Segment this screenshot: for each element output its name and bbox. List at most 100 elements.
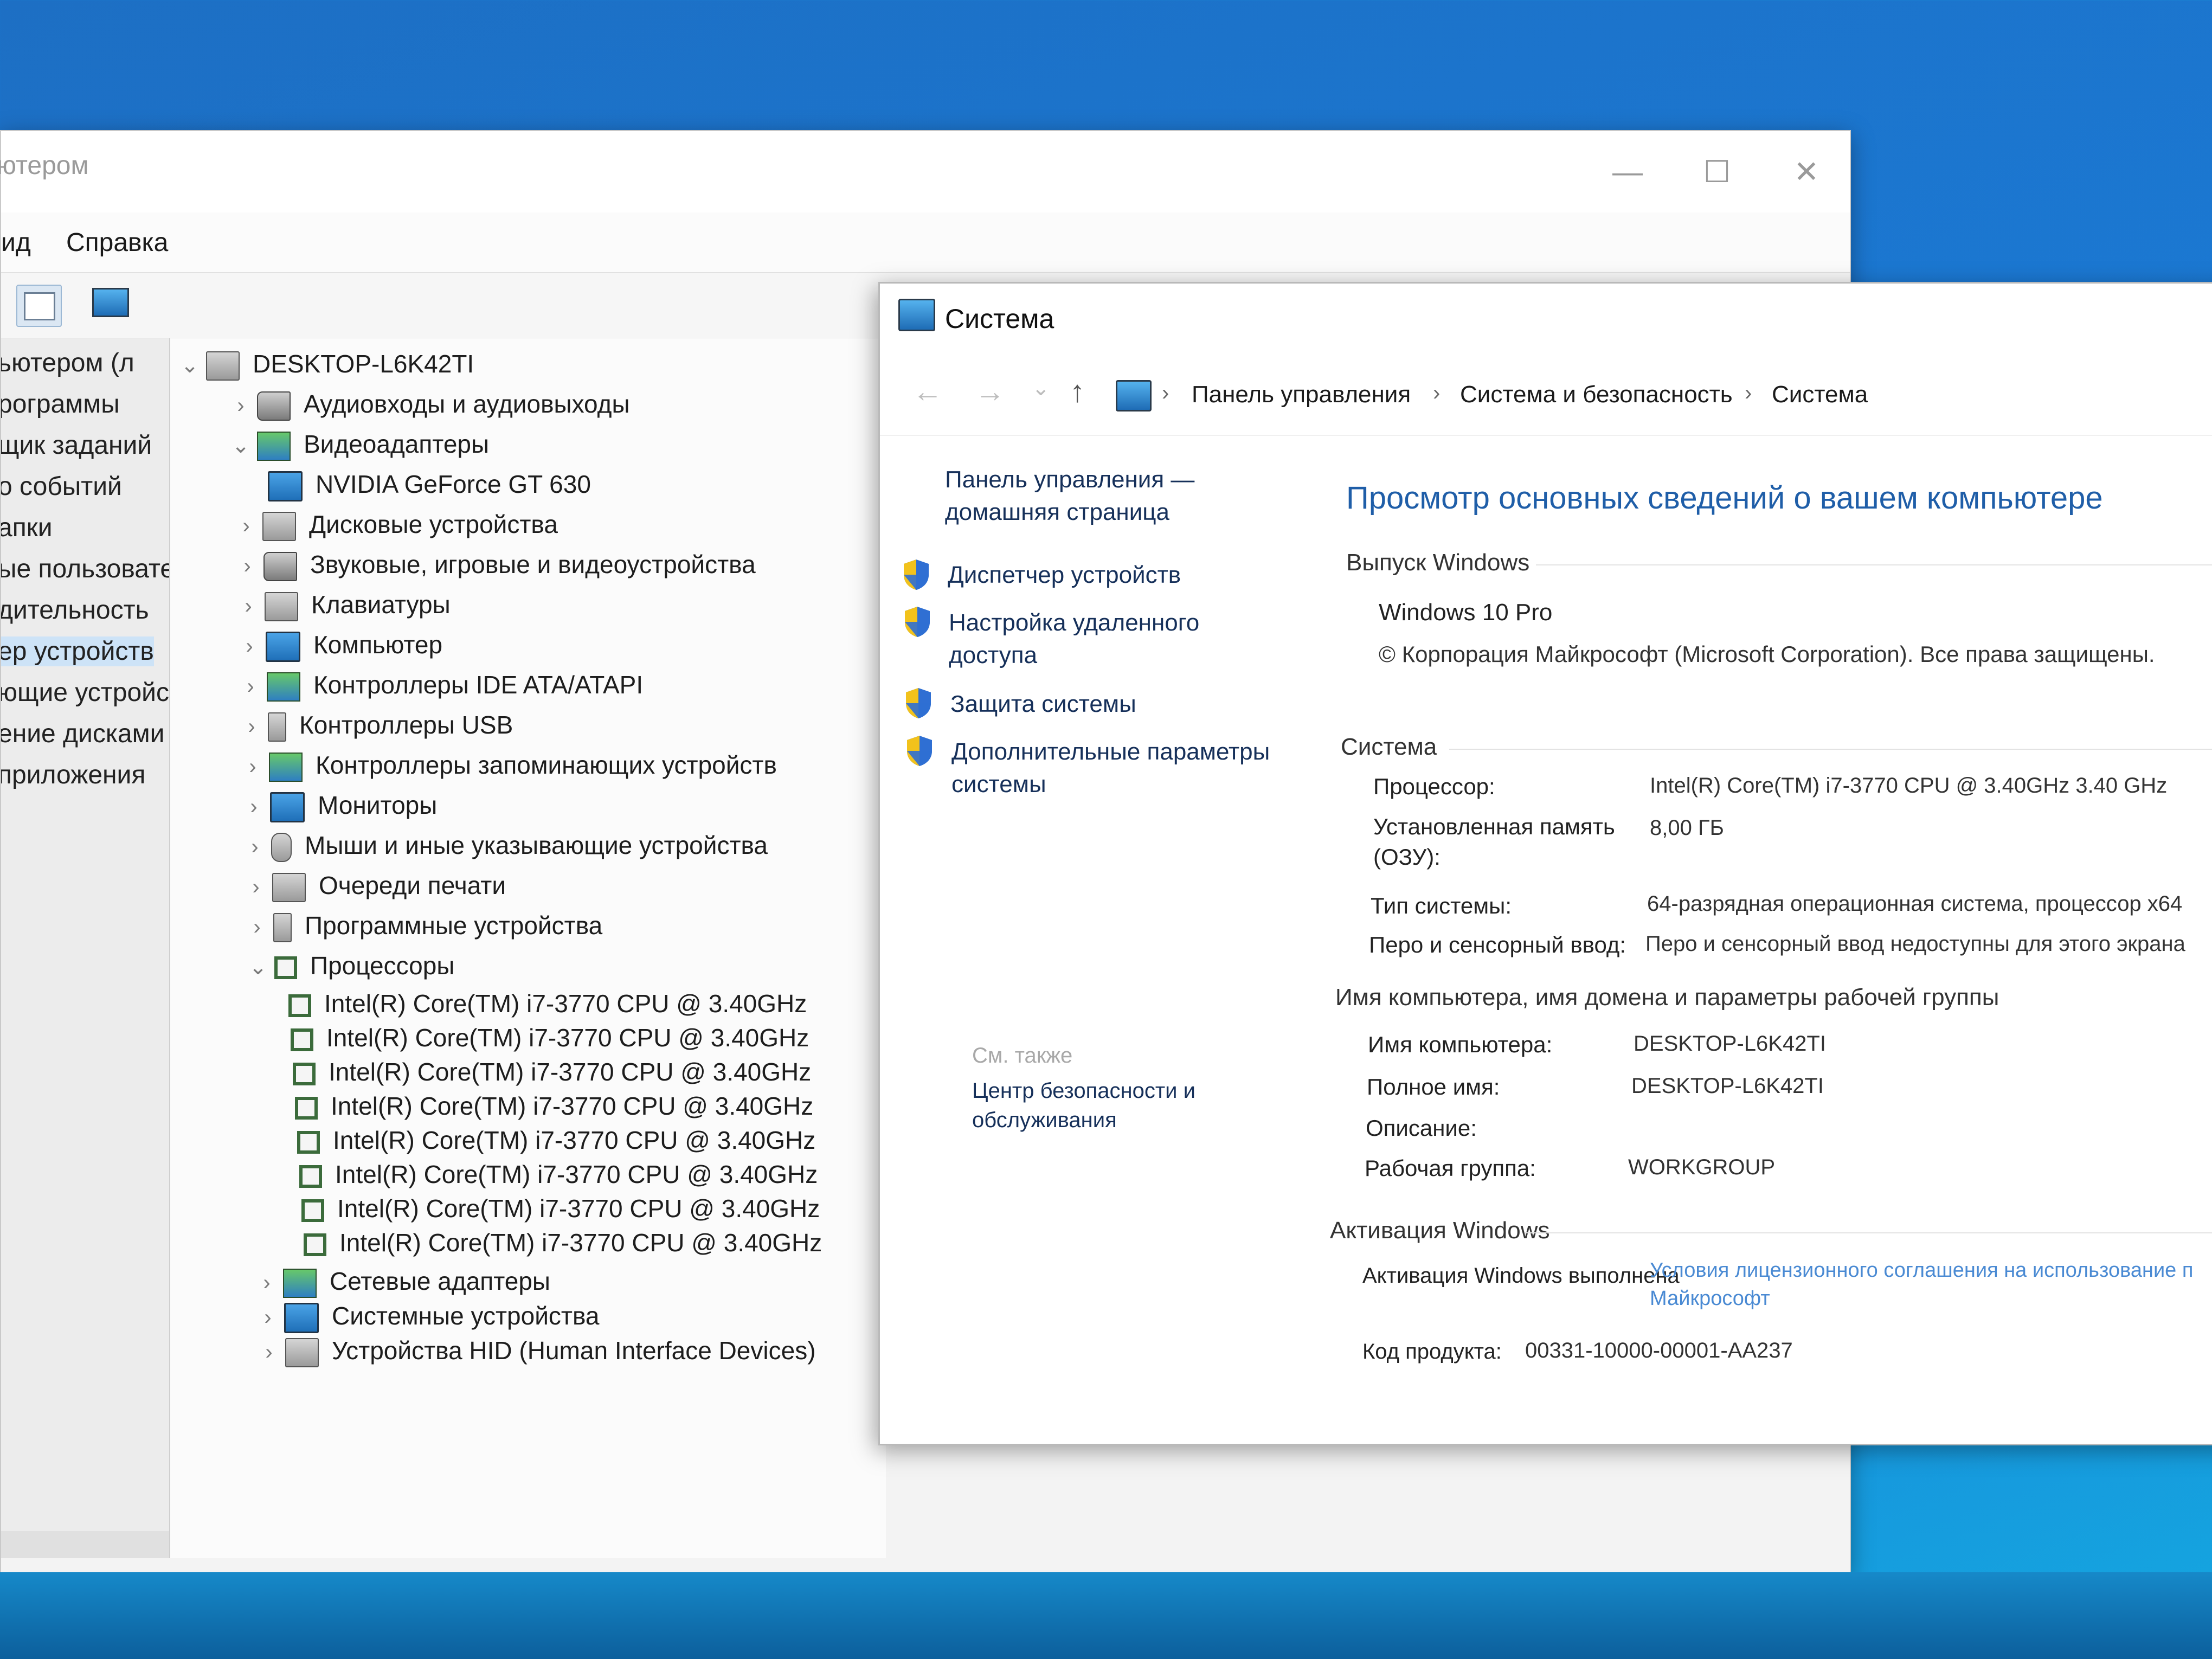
processor-item[interactable]: Intel(R) Core(TM) i7-3770 CPU @ 3.40GHz [304, 1224, 822, 1262]
chevron-right-icon[interactable]: › [234, 667, 267, 705]
tree-item[interactable]: › Контроллеры запоминающих устройств [236, 746, 777, 784]
left-item-performance[interactable]: дительность [1, 595, 149, 625]
left-item-event-viewer[interactable]: о событий [1, 472, 122, 501]
back-button[interactable]: ← [912, 374, 943, 409]
control-panel-home-link[interactable]: Панель управления — домашняя страница [945, 464, 1194, 529]
tree-item[interactable]: › Контроллеры IDE ATA/ATAPI [234, 666, 643, 704]
left-item-computer-management[interactable]: ьютером (л [1, 348, 134, 378]
menu-view[interactable]: ид [1, 228, 31, 258]
processor-label: Процессор: [1373, 774, 1495, 799]
processor-item[interactable]: Intel(R) Core(TM) i7-3770 CPU @ 3.40GHz [291, 1019, 809, 1057]
breadcrumb-control-panel[interactable]: Панель управления [1192, 381, 1411, 408]
tree-item[interactable]: › Устройства HID (Human Interface Devices… [253, 1332, 816, 1369]
device-manager-link[interactable]: Диспетчер устройств [948, 559, 1181, 591]
tree-item[interactable]: › Мыши и иные указывающие устройства [239, 826, 768, 864]
left-item-services-apps[interactable]: приложения [1, 760, 145, 790]
system-protection-link[interactable]: Защита системы [950, 688, 1136, 721]
chevron-right-icon[interactable]: › [250, 1264, 283, 1302]
horizontal-scrollbar[interactable] [1, 1531, 169, 1558]
left-item-task-scheduler[interactable]: щик заданий [1, 430, 152, 460]
tree-root[interactable]: ⌄ DESKTOP-L6K42TI [173, 345, 474, 383]
hid-icon [285, 1338, 319, 1367]
close-button[interactable]: ✕ [1774, 147, 1839, 196]
scan-hardware-button[interactable] [88, 285, 131, 325]
monitor-icon [92, 288, 129, 317]
memory-value: 8,00 ГБ [1650, 816, 1724, 840]
processor-item[interactable]: Intel(R) Core(TM) i7-3770 CPU @ 3.40GHz [288, 985, 807, 1023]
chevron-down-icon[interactable]: ⌄ [242, 948, 274, 986]
left-item-shared-folders[interactable]: апки [1, 513, 53, 543]
processor-icon [301, 1199, 324, 1222]
breadcrumb-system-security[interactable]: Система и безопасность [1460, 381, 1733, 408]
chevron-right-icon[interactable]: › [230, 507, 262, 545]
breadcrumb-separator: › [1433, 381, 1441, 405]
tree-item[interactable]: › Компьютер [233, 626, 442, 664]
tree-item[interactable]: › Дисковые устройства [230, 505, 558, 543]
chevron-right-icon[interactable]: › [252, 1298, 284, 1336]
chevron-down-icon[interactable]: ⌄ [224, 427, 257, 465]
tree-item-label: Мониторы [318, 791, 438, 819]
chevron-right-icon[interactable]: › [239, 828, 271, 866]
advanced-system-settings-link[interactable]: Дополнительные параметры системы [951, 736, 1270, 801]
tree-item[interactable]: › Очереди печати [240, 866, 506, 904]
left-item-programs[interactable]: рограммы [1, 389, 120, 419]
tree-item[interactable]: › Звуковые, игровые и видеоустройства [231, 545, 756, 583]
up-button[interactable]: ↑ [1070, 374, 1085, 409]
chevron-right-icon[interactable]: › [232, 587, 265, 625]
processor-item[interactable]: Intel(R) Core(TM) i7-3770 CPU @ 3.40GHz [301, 1189, 820, 1227]
tree-item[interactable]: › Клавиатуры [232, 586, 451, 623]
tree-item[interactable]: › Аудиовходы и аудиовыходы [224, 385, 630, 423]
tree-item[interactable]: › Системные устройства [252, 1297, 600, 1335]
chevron-right-icon[interactable]: › [236, 748, 269, 786]
display-adapter-icon [257, 431, 291, 461]
tree-item[interactable]: › Контроллеры USB [235, 706, 513, 744]
chevron-down-icon[interactable]: ⌄ [173, 346, 206, 384]
processor-label: Intel(R) Core(TM) i7-3770 CPU @ 3.40GHz [324, 989, 807, 1018]
chevron-right-icon[interactable]: › [224, 387, 257, 425]
processor-item[interactable]: Intel(R) Core(TM) i7-3770 CPU @ 3.40GHz [295, 1087, 813, 1125]
chevron-right-icon[interactable]: › [253, 1333, 285, 1371]
processor-item[interactable]: Intel(R) Core(TM) i7-3770 CPU @ 3.40GHz [293, 1053, 811, 1091]
remote-settings-link[interactable]: Настройка удаленного доступа [949, 607, 1199, 672]
forward-button[interactable]: → [975, 374, 1005, 409]
recent-locations-dropdown[interactable]: ⌄ [1032, 376, 1050, 401]
left-item-storage[interactable]: ющие устройст [1, 678, 169, 708]
copyright-text: © Корпорация Майкрософт (Microsoft Corpo… [1379, 641, 2155, 667]
chevron-right-icon[interactable]: › [233, 627, 266, 665]
processor-icon [274, 956, 297, 979]
window-title: ютером [0, 151, 89, 180]
chevron-right-icon[interactable]: › [231, 547, 263, 585]
label-line: Установленная память [1373, 814, 1615, 839]
processor-icon [299, 1165, 322, 1188]
processor-icon [293, 1062, 316, 1085]
license-terms-link[interactable]: Условия лицензионного соглашения на испо… [1650, 1256, 2193, 1313]
processor-label: Intel(R) Core(TM) i7-3770 CPU @ 3.40GHz [337, 1194, 820, 1223]
left-item-device-manager[interactable]: ер устройств [1, 636, 154, 666]
maximize-button[interactable]: ☐ [1684, 147, 1750, 196]
chevron-right-icon[interactable]: › [241, 908, 273, 946]
chevron-right-icon[interactable]: › [240, 868, 272, 906]
tree-device[interactable]: NVIDIA GeForce GT 630 [268, 465, 591, 503]
tree-item[interactable]: ⌄ Видеоадаптеры [224, 425, 489, 463]
breadcrumb-system[interactable]: Система [1772, 381, 1868, 408]
chevron-right-icon[interactable]: › [237, 788, 270, 826]
tree-item[interactable]: › Мониторы [237, 786, 437, 824]
link-line: Майкрософт [1650, 1287, 1770, 1310]
menu-help[interactable]: Справка [66, 228, 168, 258]
section-windows-edition: Выпуск Windows [1346, 549, 1530, 576]
processor-icon [304, 1233, 326, 1256]
left-item-local-users[interactable]: ые пользовате [1, 554, 169, 584]
tree-item[interactable]: › Программные устройства [241, 906, 602, 944]
system-titlebar: Система [880, 284, 2212, 354]
tree-item[interactable]: ⌄ Процессоры [242, 947, 454, 985]
security-maintenance-link[interactable]: Центр безопасности и обслуживания [972, 1076, 1195, 1135]
processor-item[interactable]: Intel(R) Core(TM) i7-3770 CPU @ 3.40GHz [297, 1121, 815, 1159]
left-item-disk-management[interactable]: ение дисками [1, 719, 164, 749]
properties-pane-button[interactable] [16, 285, 62, 327]
processor-item[interactable]: Intel(R) Core(TM) i7-3770 CPU @ 3.40GHz [299, 1155, 818, 1193]
minimize-button[interactable]: — [1595, 147, 1660, 196]
processor-label: Intel(R) Core(TM) i7-3770 CPU @ 3.40GHz [339, 1229, 822, 1257]
tree-item[interactable]: › Сетевые адаптеры [250, 1262, 550, 1300]
chevron-right-icon[interactable]: › [235, 708, 268, 745]
section-computer-name: Имя компьютера, имя домена и параметры р… [1335, 984, 1999, 1011]
